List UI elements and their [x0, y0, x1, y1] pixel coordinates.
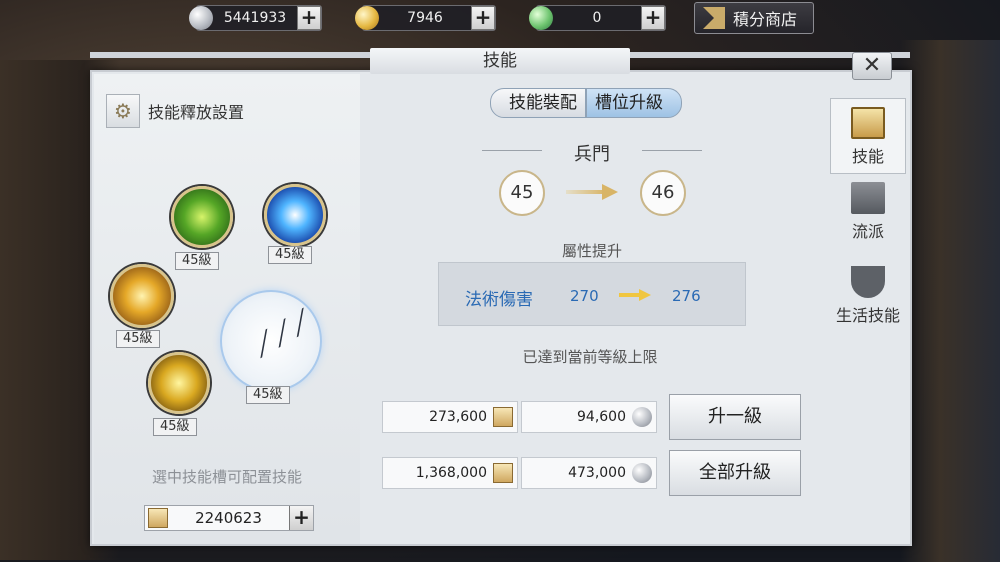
background-right	[900, 40, 1000, 562]
close-button[interactable]: ✕	[852, 52, 892, 80]
skill-level-badge: 45級	[116, 330, 160, 348]
claw-icon: ⟋⟋⟋	[246, 303, 319, 365]
add-scroll-button[interactable]: +	[289, 506, 313, 530]
panel-title: 技能	[370, 48, 630, 74]
upgrade-one-button[interactable]: 升一級	[669, 394, 801, 440]
gold-value: 7946	[407, 10, 443, 26]
top-tabs: 技能裝配 槽位升級	[490, 88, 682, 118]
tab-skill-equip[interactable]: 技能裝配	[490, 88, 586, 118]
divider-left	[482, 150, 542, 151]
points-shop-button[interactable]: 積分商店	[694, 2, 814, 34]
scroll-icon	[148, 508, 168, 528]
jade-value: 0	[592, 10, 602, 26]
skill-config-label: 技能釋放設置	[148, 103, 245, 122]
side-tab-life-skills[interactable]: 生活技能	[830, 266, 906, 342]
cost-value: 273,600	[429, 409, 487, 425]
gold-ingot-icon	[355, 6, 379, 30]
tab-slot-upgrade[interactable]: 槽位升級	[586, 88, 682, 118]
silver-coin-icon	[189, 6, 213, 30]
add-gold-button[interactable]: +	[471, 6, 495, 30]
cost-value: 1,368,000	[415, 465, 487, 481]
side-tab-skill[interactable]: 技能	[830, 98, 906, 174]
skill-level-badge: 45級	[175, 252, 219, 270]
silver-coin-icon	[632, 463, 652, 483]
side-tabs: 技能 流派 生活技能	[830, 98, 908, 344]
side-tab-label: 技能	[851, 147, 884, 166]
arrow-right-icon	[566, 184, 618, 200]
jade-currency: 0 +	[529, 5, 666, 31]
max-level-note: 已達到當前等級上限	[522, 348, 658, 366]
cost-all-scroll: 1,368,000	[382, 457, 518, 489]
currency-bar: 5441933 + 7946 + 0 + 積分商店	[0, 0, 1000, 38]
scroll-icon	[493, 463, 513, 483]
scroll-balance-value: 2240623	[195, 509, 262, 527]
gold-currency: 7946 +	[355, 5, 496, 31]
shop-banner-icon	[703, 7, 725, 29]
level-from: 45	[499, 170, 545, 216]
level-to: 46	[640, 170, 686, 216]
scroll-balance: 2240623 +	[144, 505, 314, 531]
jade-ingot-icon	[529, 6, 553, 30]
side-tab-label: 生活技能	[835, 306, 900, 325]
book-icon	[851, 107, 885, 139]
side-tab-school[interactable]: 流派	[830, 182, 906, 258]
skill-level-badge: 45級	[153, 418, 197, 436]
upgrade-all-button[interactable]: 全部升級	[669, 450, 801, 496]
add-jade-button[interactable]: +	[641, 6, 665, 30]
side-tab-label: 流派	[851, 222, 884, 241]
silver-coin-icon	[632, 407, 652, 427]
slot-name: 兵門	[574, 144, 610, 165]
golden-blade-skill-icon[interactable]	[148, 352, 210, 414]
gear-icon[interactable]: ⚙	[106, 94, 140, 128]
cost-one-scroll: 273,600	[382, 401, 518, 433]
add-silver-button[interactable]: +	[297, 6, 321, 30]
attr-to-value: 276	[672, 287, 701, 305]
divider-right	[642, 150, 702, 151]
cost-one-silver: 94,600	[521, 401, 657, 433]
scroll-icon	[493, 407, 513, 427]
golden-orb-skill-icon[interactable]	[110, 264, 174, 328]
slot-config-hint: 選中技能槽可配置技能	[151, 468, 302, 486]
skill-level-badge: 45級	[268, 246, 312, 264]
cost-value: 94,600	[577, 409, 626, 425]
bowl-icon	[851, 266, 885, 298]
cost-value: 473,000	[568, 465, 626, 481]
attr-name: 法術傷害	[465, 290, 533, 310]
shop-label: 積分商店	[733, 10, 798, 29]
attr-from-value: 270	[570, 287, 599, 305]
skill-level-badge: 45級	[246, 386, 290, 404]
skill-config-row[interactable]: ⚙ 技能釋放設置	[106, 94, 244, 128]
arrow-right-icon	[619, 289, 651, 301]
scroll-icon	[851, 182, 885, 214]
attr-title: 屬性提升	[561, 242, 622, 260]
blue-lightning-skill-icon[interactable]	[264, 184, 326, 246]
green-tornado-skill-icon[interactable]	[171, 186, 233, 248]
claw-strike-skill-icon[interactable]: ⟋⟋⟋	[220, 290, 322, 392]
silver-value: 5441933	[223, 10, 287, 26]
cost-all-silver: 473,000	[521, 457, 657, 489]
silver-currency: 5441933 +	[189, 5, 322, 31]
